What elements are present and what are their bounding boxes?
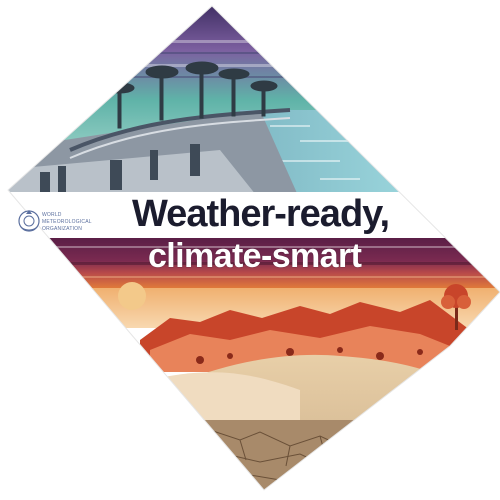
wmo-emblem-icon [18, 210, 40, 232]
headline-weather-ready: Weather-ready, [132, 193, 390, 235]
wmo-logo-line-2: METEOROLOGICAL [42, 219, 92, 225]
wmo-logo-line-1: WORLD [42, 212, 62, 218]
wmo-logo-line-3: ORGANIZATION [42, 226, 83, 232]
headline-climate-smart: climate-smart [148, 237, 362, 275]
